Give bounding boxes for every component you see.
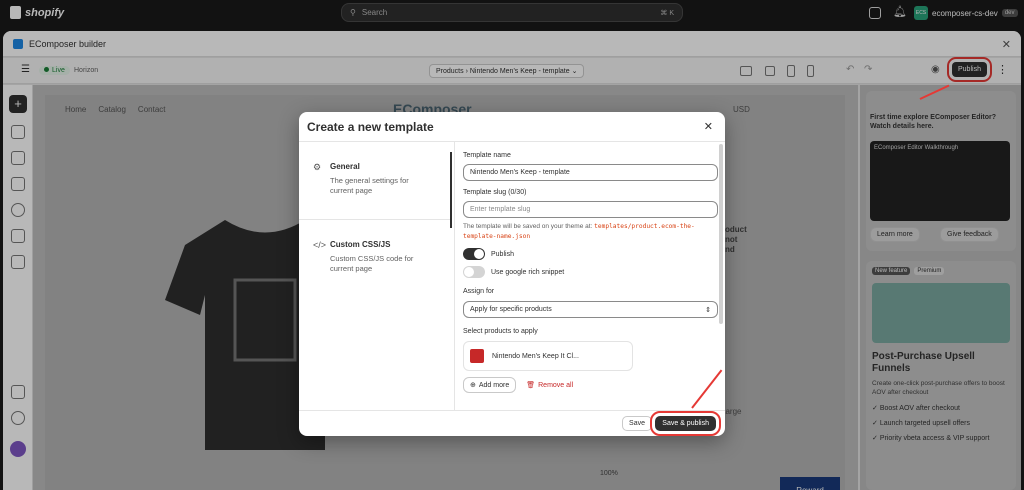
- template-name-label: Template name: [463, 152, 511, 159]
- modal-title: Create a new template: [307, 120, 434, 134]
- remove-all-label: Remove all: [538, 381, 574, 389]
- save-button[interactable]: Save: [622, 416, 652, 431]
- nav-general-title: General: [330, 162, 360, 171]
- modal-scrollbar[interactable]: [719, 144, 723, 324]
- select-products-label: Select products to apply: [463, 328, 538, 335]
- publish-toggle[interactable]: [463, 248, 485, 260]
- save-publish-button[interactable]: Save & publish: [650, 411, 721, 436]
- nav-divider: [299, 219, 450, 220]
- modal-body: Template name Nintendo Men's Keep - temp…: [454, 142, 725, 410]
- slug-placeholder: Enter template slug: [470, 206, 531, 213]
- slug-hint: The template will be saved on your theme…: [463, 222, 718, 242]
- nav-general[interactable]: ⚙ General The general settings for curre…: [299, 152, 452, 228]
- assign-select[interactable]: Apply for specific products ⇕: [463, 301, 718, 318]
- assign-value: Apply for specific products: [470, 306, 552, 313]
- nav-custom-css-js[interactable]: </> Custom CSS/JS Custom CSS/JS code for…: [299, 230, 452, 284]
- create-template-modal: Create a new template ✕ ⚙ General The ge…: [299, 112, 725, 436]
- add-more-button[interactable]: ⊕ Add more: [463, 377, 517, 393]
- template-slug-input[interactable]: Enter template slug: [463, 201, 718, 218]
- plus-icon: ⊕: [470, 382, 476, 389]
- add-more-label: Add more: [478, 381, 510, 389]
- template-name-input[interactable]: Nintendo Men's Keep - template: [463, 164, 718, 181]
- modal-nav: ⚙ General The general settings for curre…: [299, 142, 452, 410]
- assign-label: Assign for: [463, 288, 495, 295]
- nav-custom-desc: Custom CSS/JS code for current page: [330, 254, 414, 273]
- hint-prefix: The template will be saved on your theme…: [463, 223, 593, 230]
- modal-close-icon[interactable]: ✕: [704, 120, 713, 133]
- modal-header: Create a new template ✕: [299, 112, 725, 142]
- publish-toggle-label: Publish: [491, 250, 514, 258]
- gear-icon: ⚙: [313, 162, 322, 172]
- nav-custom-title: Custom CSS/JS: [330, 240, 391, 249]
- product-name: Nintendo Men's Keep It Cl...: [492, 352, 579, 360]
- trash-icon: 🗑︎: [526, 382, 536, 389]
- product-actions: ⊕ Add more 🗑︎ Remove all: [463, 377, 718, 393]
- code-icon: </>: [313, 240, 327, 250]
- publish-toggle-row: Publish: [463, 248, 718, 260]
- selected-product[interactable]: Nintendo Men's Keep It Cl...: [463, 341, 633, 371]
- template-name-value: Nintendo Men's Keep - template: [470, 169, 570, 176]
- rich-snippet-toggle[interactable]: [463, 266, 485, 278]
- nav-general-desc: The general settings for current page: [330, 176, 409, 195]
- select-arrows-icon: ⇕: [705, 306, 711, 314]
- product-thumbnail: [470, 349, 484, 363]
- slug-label: Template slug (0/30): [463, 189, 527, 196]
- modal-footer: Save Save & publish: [299, 410, 725, 436]
- rich-snippet-label: Use google rich snippet: [491, 268, 565, 276]
- rich-snippet-row: Use google rich snippet: [463, 266, 718, 278]
- remove-all-button[interactable]: 🗑︎ Remove all: [526, 381, 574, 390]
